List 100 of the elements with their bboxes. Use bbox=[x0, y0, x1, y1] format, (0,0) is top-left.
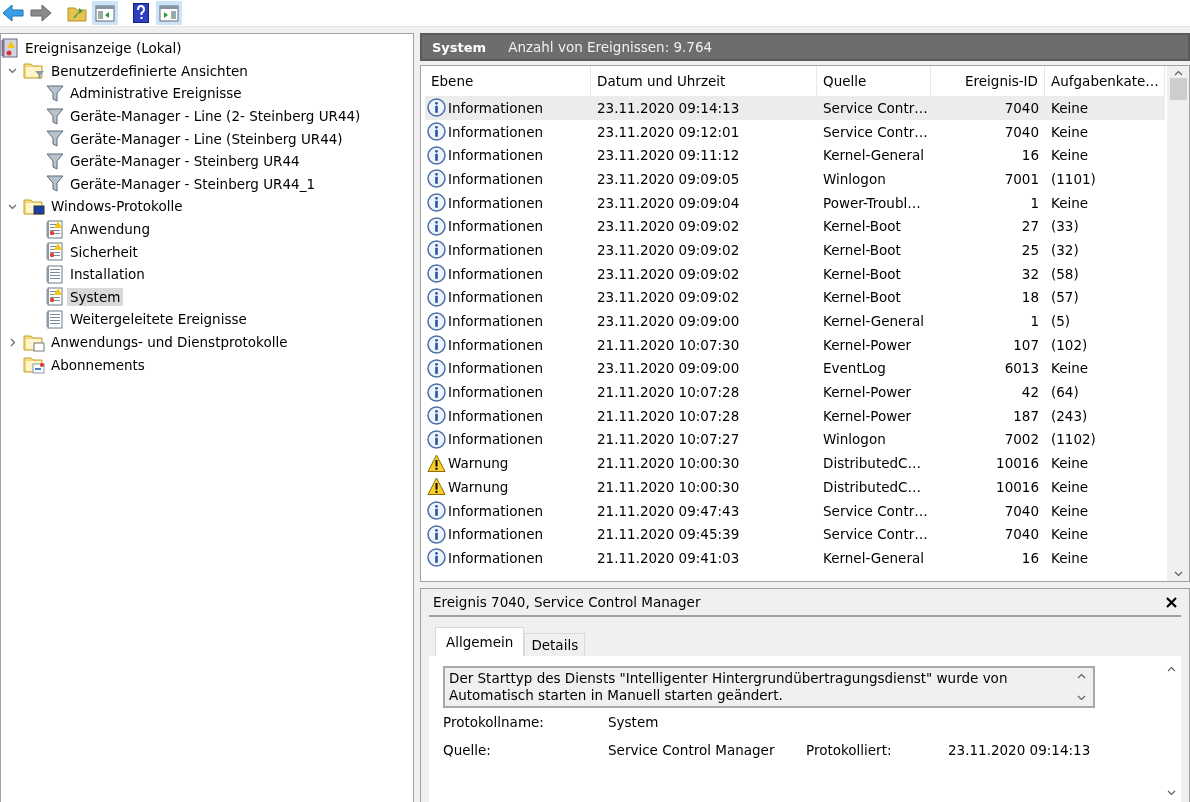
tab[interactable]: Allgemein bbox=[435, 627, 525, 656]
tree-item[interactable]: Installation bbox=[67, 265, 148, 284]
table-cell-text: Kernel-General bbox=[822, 313, 925, 330]
info-icon bbox=[427, 122, 446, 142]
event-row[interactable]: Warnung 21.11.2020 10:00:30 DistributedC… 10016 Keine bbox=[425, 475, 1165, 499]
event-row[interactable]: Warnung 21.11.2020 10:00:30 DistributedC… 10016 Keine bbox=[425, 451, 1165, 475]
info-icon bbox=[427, 264, 446, 284]
table-cell-text: Keine bbox=[1050, 99, 1090, 116]
tree-item[interactable]: Windows-Protokolle bbox=[48, 197, 186, 216]
info-icon bbox=[427, 145, 446, 165]
table-cell-text: Keine bbox=[1050, 147, 1090, 164]
warning-icon bbox=[427, 477, 446, 497]
scroll-down-icon[interactable] bbox=[1166, 790, 1176, 796]
info-icon bbox=[427, 358, 446, 378]
event-row[interactable]: Informationen 21.11.2020 10:07:30 Kernel-Power 107 (102) bbox=[425, 332, 1165, 357]
table-cell-text: 21.11.2020 09:45:39 bbox=[596, 526, 741, 543]
event-row[interactable]: Informationen 23.11.2020 09:11:12 Kernel-General 16 Keine bbox=[425, 143, 1165, 168]
table-cell-text: (5) bbox=[1050, 313, 1072, 330]
event-row[interactable]: Informationen 23.11.2020 09:09:02 Kernel-Boot 18 (57) bbox=[425, 285, 1165, 310]
table-cell: Informationen bbox=[448, 502, 543, 519]
info-icon bbox=[427, 501, 446, 521]
help-icon bbox=[133, 3, 149, 23]
tree-item[interactable]: Abonnements bbox=[48, 355, 148, 374]
table-cell: Informationen bbox=[448, 147, 543, 164]
info-icon bbox=[427, 311, 446, 331]
field-value: 23.11.2020 09:14:13 bbox=[948, 742, 1092, 758]
event-row[interactable]: Informationen 23.11.2020 09:12:01 Service Contr… 7040 Keine bbox=[425, 119, 1165, 144]
table-cell-text: 21.11.2020 10:00:30 bbox=[596, 455, 741, 472]
table-cell: Informationen bbox=[448, 241, 543, 258]
table-cell-text: Kernel-General bbox=[822, 147, 925, 164]
table-cell: Informationen bbox=[448, 194, 543, 211]
table-cell-text: (64) bbox=[1050, 384, 1080, 401]
tree-item[interactable]: Weitergeleitete Ereignisse bbox=[67, 310, 250, 329]
event-row[interactable]: Informationen 21.11.2020 09:45:39 Service Contr… 7040 Keine bbox=[425, 522, 1165, 547]
table-cell-text: (32) bbox=[1050, 241, 1080, 258]
close-button[interactable] bbox=[1166, 596, 1177, 608]
table-cell-text: 7040 bbox=[1003, 123, 1040, 140]
scroll-up-icon[interactable] bbox=[1076, 673, 1086, 679]
tree-item[interactable]: Sicherheit bbox=[67, 242, 141, 261]
tree-item[interactable]: Geräte-Manager - Steinberg UR44 bbox=[67, 152, 303, 171]
event-title: Ereignis 7040, Service Control Manager bbox=[433, 594, 701, 610]
table-cell-text: Keine bbox=[1050, 123, 1090, 140]
event-row[interactable]: Informationen 23.11.2020 09:09:00 Kernel-General 1 (5) bbox=[425, 309, 1165, 333]
chevron-down-icon[interactable] bbox=[7, 66, 17, 76]
scroll-down-icon[interactable] bbox=[1173, 571, 1183, 577]
filter-icon bbox=[46, 84, 64, 103]
table-cell-text: Winlogon bbox=[822, 170, 887, 187]
event-row[interactable]: Informationen 23.11.2020 09:14:13 Service Contr… 7040 Keine bbox=[425, 96, 1165, 120]
table-cell-text: 21.11.2020 10:00:30 bbox=[596, 478, 741, 495]
table-cell-text: 7040 bbox=[1003, 526, 1040, 543]
tree-item[interactable]: Administrative Ereignisse bbox=[67, 84, 245, 103]
table-cell: Informationen bbox=[448, 218, 543, 235]
filter-folder-icon bbox=[23, 61, 45, 81]
table-cell-text: 16 bbox=[1020, 147, 1040, 164]
table-cell: Informationen bbox=[448, 384, 543, 401]
table-cell-text: Keine bbox=[1050, 455, 1090, 472]
folder-icon bbox=[23, 332, 45, 352]
scroll-down-icon[interactable] bbox=[1076, 695, 1086, 701]
tree-item[interactable]: Geräte-Manager - Line (2- Steinberg UR44) bbox=[67, 107, 364, 126]
table-cell-text: 18 bbox=[1020, 289, 1040, 306]
event-row[interactable]: Informationen 23.11.2020 09:09:02 Kernel-Boot 25 (32) bbox=[425, 238, 1165, 262]
event-row[interactable]: Informationen 23.11.2020 09:09:04 Power-Troubl… 1 Keine bbox=[425, 190, 1165, 215]
filter-icon bbox=[46, 151, 64, 171]
tab[interactable]: Details bbox=[524, 633, 586, 656]
table-cell: Informationen bbox=[448, 360, 543, 377]
table-cell-text: Keine bbox=[1050, 526, 1090, 543]
scrollbar[interactable] bbox=[1167, 66, 1189, 581]
scroll-up-icon[interactable] bbox=[1166, 666, 1176, 672]
table-cell-text: 187 bbox=[1012, 407, 1040, 424]
event-row[interactable]: Informationen 21.11.2020 09:47:43 Service Contr… 7040 Keine bbox=[425, 498, 1165, 523]
table-cell-text: Keine bbox=[1050, 360, 1090, 377]
tree-item[interactable]: System bbox=[67, 287, 124, 306]
tree-item[interactable]: Ereignisanzeige (Lokal) bbox=[22, 39, 185, 58]
field-label: Protokolliert: bbox=[806, 742, 893, 758]
tree-item[interactable]: Geräte-Manager - Steinberg UR44_1 bbox=[67, 174, 318, 193]
field-value: Service Control Manager bbox=[608, 742, 776, 758]
tree-item[interactable]: Geräte-Manager - Line (Steinberg UR44) bbox=[67, 129, 346, 148]
pane-right-icon bbox=[159, 4, 179, 22]
table-cell-text: Kernel-General bbox=[822, 549, 925, 566]
table-cell-text: DistributedC… bbox=[822, 455, 922, 472]
event-row[interactable]: Informationen 23.11.2020 09:09:02 Kernel-Boot 32 (58) bbox=[425, 261, 1165, 286]
table-cell-text: 23.11.2020 09:12:01 bbox=[596, 123, 741, 140]
scroll-up-icon[interactable] bbox=[1173, 70, 1183, 76]
event-row[interactable]: Informationen 21.11.2020 10:07:27 Winlogon 7002 (1102) bbox=[425, 427, 1165, 452]
scrollbar-thumb[interactable] bbox=[1169, 78, 1187, 100]
log-icon bbox=[46, 264, 64, 284]
table-cell-text: 23.11.2020 09:11:12 bbox=[596, 147, 741, 164]
event-row[interactable]: Informationen 21.11.2020 09:41:03 Kernel-General 16 Keine bbox=[425, 546, 1165, 570]
table-cell-text: Kernel-Boot bbox=[822, 265, 902, 282]
event-row[interactable]: Informationen 23.11.2020 09:09:00 EventLog 6013 Keine bbox=[425, 356, 1165, 381]
tree-item[interactable]: Anwendung bbox=[67, 220, 153, 239]
event-row[interactable]: Informationen 21.11.2020 10:07:28 Kernel-Power 187 (243) bbox=[425, 403, 1165, 428]
tree-item[interactable]: Benutzerdefinierte Ansichten bbox=[48, 61, 251, 80]
event-row[interactable]: Informationen 23.11.2020 09:09:02 Kernel-Boot 27 (33) bbox=[425, 214, 1165, 239]
message-box[interactable]: Der Starttyp des Diensts "Intelligenter Hintergrundübertragungsdienst" wurde von Automatisch starten in Manuell starten geändert. bbox=[443, 666, 1095, 708]
table-cell-text: (58) bbox=[1050, 265, 1080, 282]
event-row[interactable]: Informationen 23.11.2020 09:09:05 Winlogon 7001 (1101) bbox=[425, 167, 1165, 191]
log-alert-icon bbox=[46, 287, 64, 307]
event-row[interactable]: Informationen 21.11.2020 10:07:28 Kernel-Power 42 (64) bbox=[425, 380, 1165, 404]
tree-item[interactable]: Anwendungs- und Dienstprotokolle bbox=[48, 333, 291, 351]
